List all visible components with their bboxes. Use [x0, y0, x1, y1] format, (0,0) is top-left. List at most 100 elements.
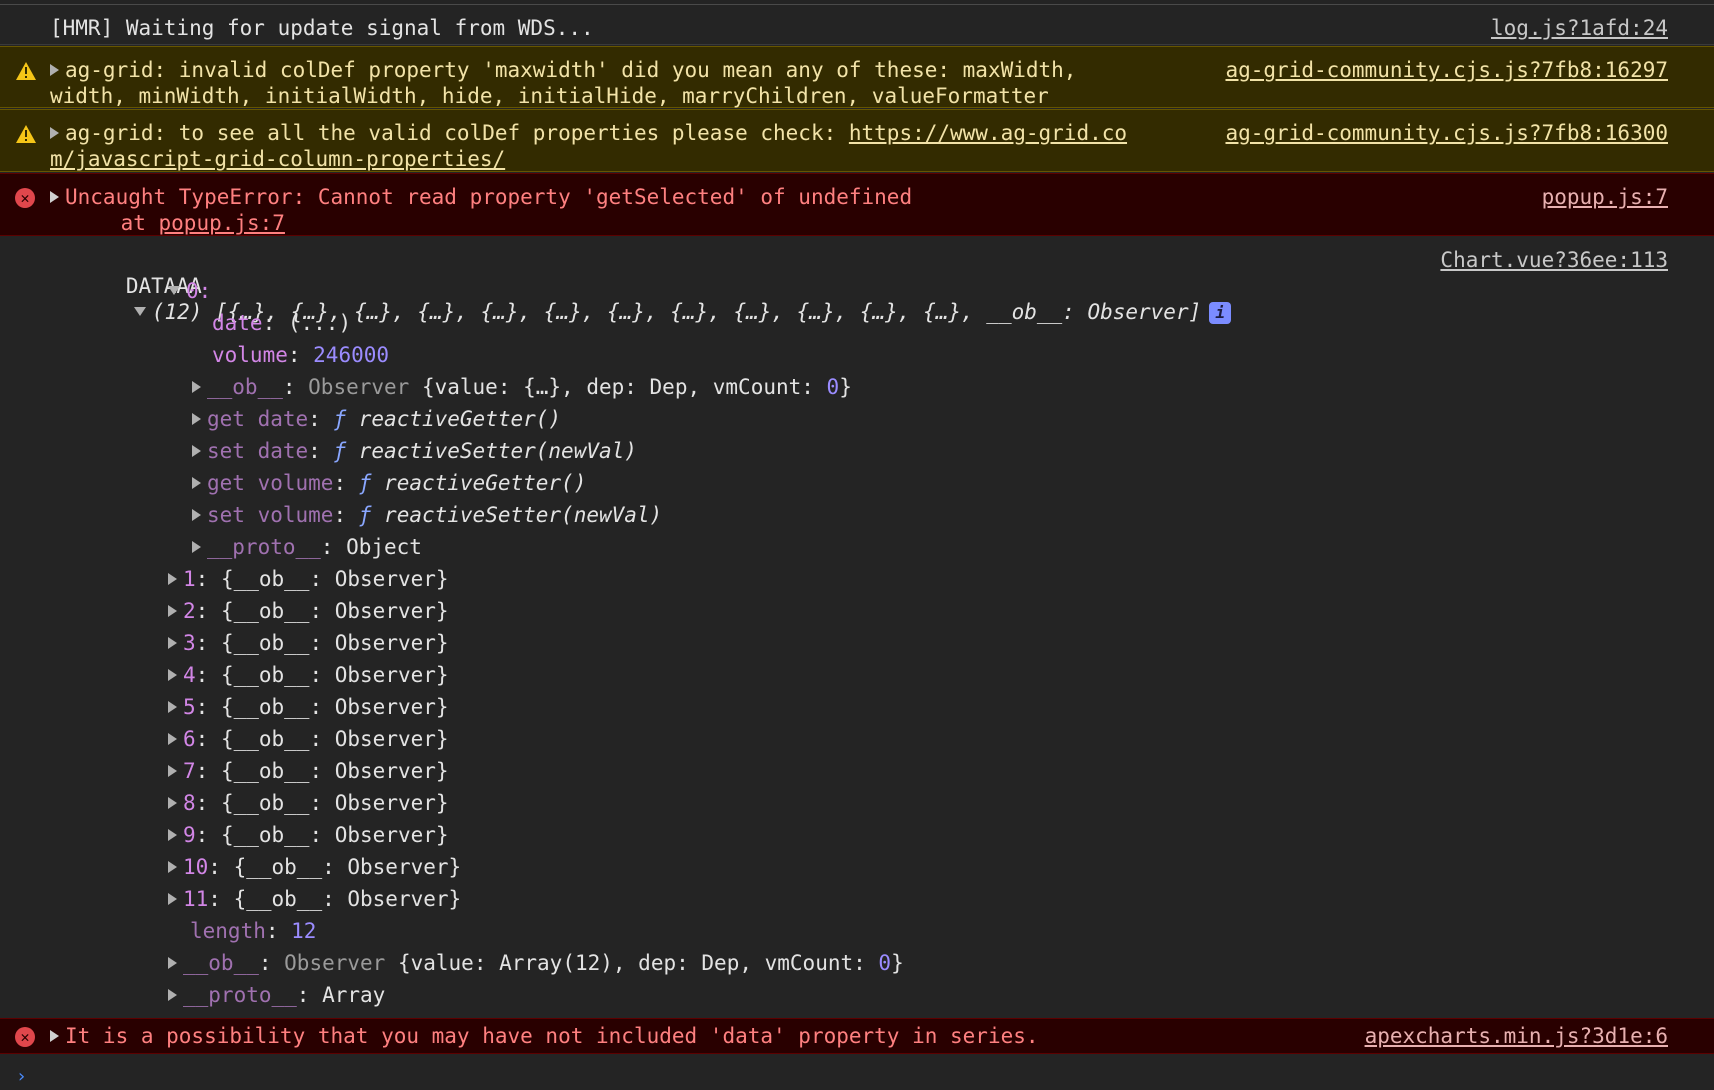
- prop-value: reactiveGetter(): [358, 407, 562, 431]
- prop-number: 0: [826, 375, 840, 399]
- source-link[interactable]: ag-grid-community.cjs.js?7fb8:16297: [1225, 57, 1668, 83]
- tree-item[interactable]: 5: {__ob__: Observer}: [168, 694, 449, 720]
- tree-item[interactable]: 9: {__ob__: Observer}: [168, 822, 449, 848]
- tree-item-0[interactable]: 0:: [168, 278, 211, 304]
- prop-ob[interactable]: __ob__: Observer {value: Array(12), dep:…: [168, 950, 904, 976]
- function-icon: ƒ: [358, 503, 372, 527]
- console-message-warning: ag-grid: invalid colDef property 'maxwid…: [0, 46, 1714, 108]
- prop-type: Observer: [284, 951, 386, 975]
- item-key: 2: [183, 599, 196, 623]
- prop-close: }: [891, 951, 904, 975]
- warning-triangle-icon: [16, 62, 36, 80]
- tree-item[interactable]: 4: {__ob__: Observer}: [168, 662, 449, 688]
- prop-key: set date: [207, 439, 309, 463]
- docs-link-continued[interactable]: m/javascript-grid-column-properties/: [50, 146, 505, 172]
- expand-triangle-icon[interactable]: [168, 637, 177, 649]
- item-key: 5: [183, 695, 196, 719]
- expand-triangle-icon[interactable]: [192, 381, 201, 393]
- item-value: {__ob__: Observer}: [220, 727, 449, 751]
- tree-item[interactable]: 3: {__ob__: Observer}: [168, 630, 449, 656]
- prop-value: reactiveSetter(newVal): [358, 439, 637, 463]
- prop-value: {value: Array(12), dep: Dep, vmCount:: [397, 951, 879, 975]
- docs-link[interactable]: https://www.ag-grid.co: [849, 121, 1127, 145]
- error-stack-line: at popup.js:7: [70, 210, 285, 236]
- expand-triangle-icon[interactable]: [168, 957, 177, 969]
- expand-triangle-icon[interactable]: [192, 445, 201, 457]
- item-key: 3: [183, 631, 196, 655]
- expand-triangle-icon[interactable]: [168, 861, 177, 873]
- item-key: 6: [183, 727, 196, 751]
- tree-item[interactable]: 1: {__ob__: Observer}: [168, 566, 449, 592]
- prop-close: }: [839, 375, 852, 399]
- item-value: {__ob__: Observer}: [233, 887, 462, 911]
- prop-value: reactiveSetter(newVal): [384, 503, 663, 527]
- warning-triangle-icon: [16, 125, 36, 143]
- prop-ob[interactable]: __ob__: Observer {value: {…}, dep: Dep, …: [192, 374, 852, 400]
- stack-link[interactable]: popup.js:7: [159, 211, 285, 235]
- prop-value: {value: {…}, dep: Dep, vmCount:: [421, 375, 827, 399]
- error-circle-icon: ✕: [15, 1027, 35, 1047]
- info-icon[interactable]: i: [1209, 302, 1232, 324]
- expand-triangle-icon[interactable]: [168, 573, 177, 585]
- prop-get-volume[interactable]: get volume: ƒ reactiveGetter(): [192, 470, 586, 496]
- item-key: 11: [183, 887, 209, 911]
- source-link[interactable]: log.js?1afd:24: [1491, 15, 1668, 41]
- prop-key: get volume: [207, 471, 334, 495]
- collapse-triangle-icon[interactable]: [133, 307, 146, 316]
- prop-set-volume[interactable]: set volume: ƒ reactiveSetter(newVal): [192, 502, 662, 528]
- tree-item[interactable]: 2: {__ob__: Observer}: [168, 598, 449, 624]
- expand-triangle-icon[interactable]: [168, 989, 177, 1001]
- source-link[interactable]: ag-grid-community.cjs.js?7fb8:16300: [1225, 120, 1668, 146]
- log-text: [HMR] Waiting for update signal from WDS…: [50, 16, 594, 40]
- prop-get-date[interactable]: get date: ƒ reactiveGetter(): [192, 406, 561, 432]
- source-link[interactable]: apexcharts.min.js?3d1e:6: [1365, 1023, 1668, 1049]
- expand-triangle-icon[interactable]: [168, 797, 177, 809]
- source-link[interactable]: Chart.vue?36ee:113: [1440, 247, 1668, 273]
- item-value: {__ob__: Observer}: [220, 695, 449, 719]
- tree-item[interactable]: 10: {__ob__: Observer}: [168, 854, 461, 880]
- expand-triangle-icon[interactable]: [168, 733, 177, 745]
- expand-triangle-icon[interactable]: [50, 64, 59, 76]
- prop-set-date[interactable]: set date: ƒ reactiveSetter(newVal): [192, 438, 637, 464]
- expand-triangle-icon[interactable]: [50, 191, 59, 203]
- expand-triangle-icon[interactable]: [50, 127, 59, 139]
- expand-triangle-icon[interactable]: [192, 413, 201, 425]
- tree-item[interactable]: 8: {__ob__: Observer}: [168, 790, 449, 816]
- tree-item[interactable]: 11: {__ob__: Observer}: [168, 886, 461, 912]
- stack-prefix: at: [70, 211, 159, 235]
- item-key: 1: [183, 567, 196, 591]
- tree-item[interactable]: 6: {__ob__: Observer}: [168, 726, 449, 752]
- expand-triangle-icon[interactable]: [192, 541, 201, 553]
- prop-key: date: [212, 311, 263, 335]
- expand-triangle-icon[interactable]: [168, 893, 177, 905]
- expand-triangle-icon[interactable]: [192, 477, 201, 489]
- item-value: {__ob__: Observer}: [220, 567, 449, 591]
- prop-value[interactable]: (...): [288, 311, 351, 335]
- expand-triangle-icon[interactable]: [192, 509, 201, 521]
- prop-value: 246000: [313, 343, 390, 367]
- error-text: Uncaught TypeError: Cannot read property…: [50, 184, 912, 210]
- collapse-triangle-icon[interactable]: [168, 286, 180, 295]
- function-icon: ƒ: [358, 471, 372, 495]
- item-value: {__ob__: Observer}: [233, 855, 462, 879]
- expand-triangle-icon[interactable]: [168, 669, 177, 681]
- warning-line-1-prefix: ag-grid: to see all the valid colDef pro…: [65, 121, 849, 145]
- expand-triangle-icon[interactable]: [168, 829, 177, 841]
- item-value: {__ob__: Observer}: [220, 791, 449, 815]
- expand-triangle-icon[interactable]: [168, 765, 177, 777]
- source-link[interactable]: popup.js:7: [1542, 184, 1668, 210]
- warning-line-1: ag-grid: invalid colDef property 'maxwid…: [65, 58, 1077, 82]
- prop-proto[interactable]: __proto__: Object: [192, 534, 422, 560]
- expand-triangle-icon[interactable]: [50, 1030, 59, 1042]
- prop-proto[interactable]: __proto__: Array: [168, 982, 385, 1008]
- prop-date: date: (...): [212, 311, 352, 335]
- expand-triangle-icon[interactable]: [168, 701, 177, 713]
- prop-key: get date: [207, 407, 309, 431]
- prop-key: length: [190, 919, 266, 943]
- item-value: {__ob__: Observer}: [220, 599, 449, 623]
- console-message-warning: ag-grid: to see all the valid colDef pro…: [0, 109, 1714, 172]
- tree-item[interactable]: 7: {__ob__: Observer}: [168, 758, 449, 784]
- expand-triangle-icon[interactable]: [168, 605, 177, 617]
- console-prompt-icon[interactable]: ›: [16, 1064, 27, 1090]
- item-key: 10: [183, 855, 209, 879]
